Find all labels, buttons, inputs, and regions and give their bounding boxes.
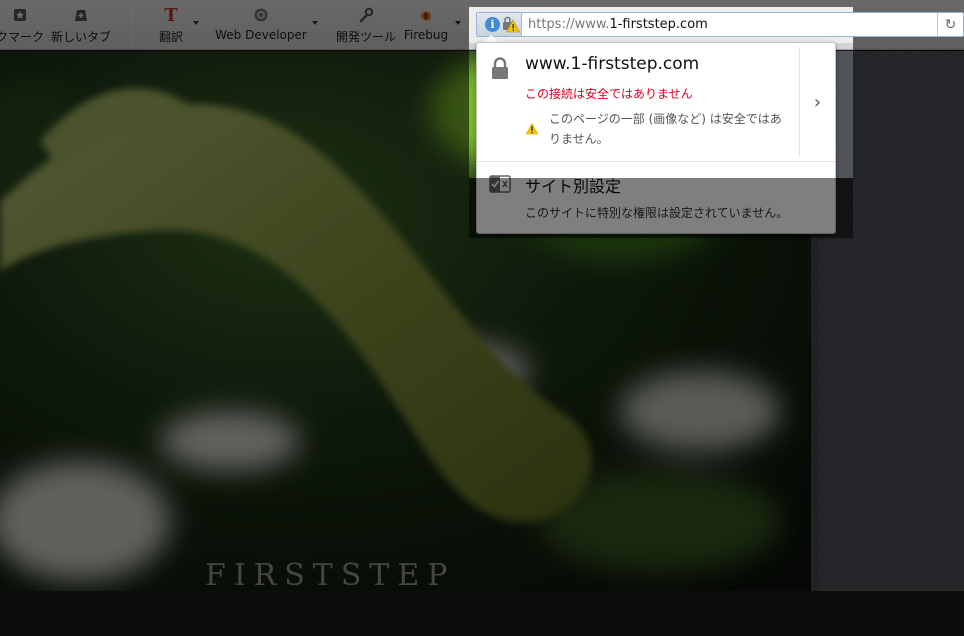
lock-icon — [492, 57, 508, 79]
wrench-icon — [358, 4, 374, 26]
gear-icon — [253, 4, 269, 26]
bookmarks-label: クマーク — [0, 30, 45, 44]
reload-button[interactable]: ↻ — [937, 13, 963, 36]
new-tab-label: 新しいタブ — [50, 30, 111, 44]
connection-security-section: www.1-firststep.com この接続は安全ではありません このページ… — [477, 43, 799, 161]
bug-icon — [418, 4, 434, 26]
reload-icon: ↻ — [944, 16, 957, 33]
firebug-dropdown-icon[interactable] — [455, 21, 461, 25]
site-identity-popup: www.1-firststep.com この接続は安全ではありません このページ… — [476, 42, 836, 234]
footer-band — [0, 591, 964, 636]
dev-tools-button[interactable]: 開発ツール — [335, 4, 397, 46]
permissions-title: サイト別設定 — [525, 177, 622, 196]
popup-host: www.1-firststep.com — [525, 54, 700, 74]
security-details-button[interactable]: › — [799, 47, 835, 157]
new-tab-button[interactable]: 新しいタブ — [50, 4, 112, 46]
warning-icon — [525, 122, 539, 135]
site-identity-button[interactable]: i — [477, 13, 522, 36]
web-developer-label: Web Developer — [215, 28, 307, 42]
insecure-lock-icon — [503, 16, 520, 33]
bookmarks-button[interactable]: クマーク — [0, 4, 44, 46]
mixed-content-warning: このページの一部 (画像など) は安全ではありません。 — [549, 112, 782, 146]
firebug-button[interactable]: Firebug — [402, 4, 450, 46]
chevron-right-icon: › — [813, 91, 822, 113]
toolbar-separator — [132, 4, 133, 46]
star-icon — [13, 4, 27, 26]
url-text[interactable]: https://www.1-firststep.com — [528, 17, 708, 32]
dev-tools-label: 開発ツール — [335, 30, 396, 44]
connection-status: この接続は安全ではありません — [525, 87, 693, 101]
firebug-label: Firebug — [403, 28, 449, 42]
permissions-description: このサイトに特別な権限は設定されていません。 — [525, 206, 789, 220]
site-brand-logo[interactable]: FIRSTSTEP — [205, 558, 455, 593]
permissions-icon — [489, 175, 511, 193]
translate-icon: T — [164, 4, 178, 26]
translate-button[interactable]: T 翻訳 — [156, 4, 186, 46]
translate-label: 翻訳 — [158, 30, 183, 44]
info-icon: i — [485, 17, 500, 32]
url-bar[interactable]: i https://www.1-firststep.com ↻ — [476, 12, 964, 37]
new-tab-icon — [72, 4, 90, 26]
permissions-section: サイト別設定 このサイトに特別な権限は設定されていません。 — [477, 162, 835, 233]
web-developer-dropdown-icon[interactable] — [312, 21, 318, 25]
translate-dropdown-icon[interactable] — [193, 21, 199, 25]
web-developer-button[interactable]: Web Developer — [215, 4, 307, 46]
